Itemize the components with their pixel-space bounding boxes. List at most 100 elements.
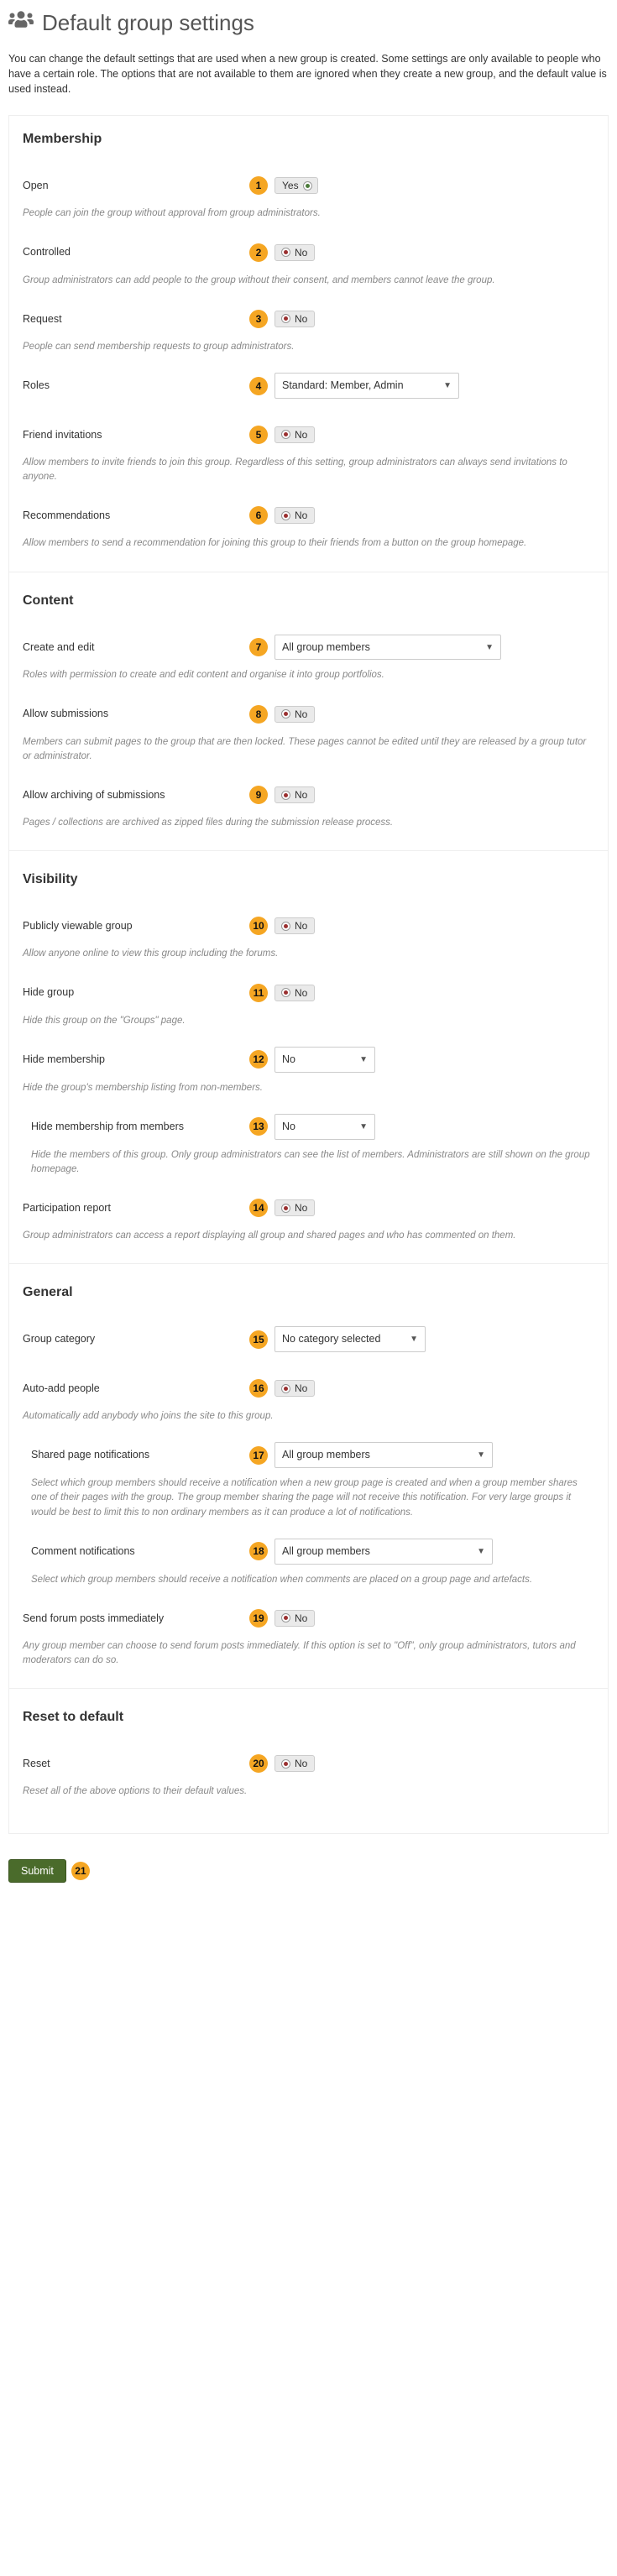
page-intro: You can change the default settings that…	[8, 51, 609, 97]
section-content: Content	[23, 591, 594, 611]
help-reset: Reset all of the above options to their …	[23, 1784, 594, 1799]
field-participation: Participation report 14 No	[23, 1195, 594, 1220]
section-general: General	[23, 1283, 594, 1303]
caret-icon: ▼	[410, 1333, 418, 1345]
marker-1: 1	[249, 176, 268, 195]
radio-icon	[281, 1759, 290, 1769]
label-autoadd: Auto-add people	[23, 1381, 249, 1397]
switch-open[interactable]: Yes	[275, 177, 318, 194]
switch-allowarch[interactable]: No	[275, 786, 315, 803]
marker-5: 5	[249, 426, 268, 444]
select-category-value: No category selected	[282, 1331, 380, 1347]
label-controlled: Controlled	[23, 244, 249, 260]
marker-15: 15	[249, 1330, 268, 1349]
marker-13: 13	[249, 1117, 268, 1136]
field-roles: Roles 4 Standard: Member, Admin ▼	[23, 373, 594, 399]
select-sharednotify-value: All group members	[282, 1447, 370, 1463]
label-sharednotify: Shared page notifications	[23, 1447, 249, 1463]
switch-friendinv-value: No	[295, 430, 307, 440]
label-hidegroup: Hide group	[23, 985, 249, 1001]
label-open: Open	[23, 178, 249, 194]
marker-4: 4	[249, 377, 268, 395]
select-roles[interactable]: Standard: Member, Admin ▼	[275, 373, 459, 399]
switch-sendforum[interactable]: No	[275, 1610, 315, 1627]
field-controlled: Controlled 2 No	[23, 240, 594, 265]
switch-autoadd[interactable]: No	[275, 1380, 315, 1397]
help-public: Allow anyone online to view this group i…	[23, 947, 594, 961]
select-hidememfrom[interactable]: No ▼	[275, 1114, 375, 1140]
switch-hidegroup[interactable]: No	[275, 985, 315, 1001]
switch-allowsub-value: No	[295, 709, 307, 719]
help-hidegroup: Hide this group on the "Groups" page.	[23, 1014, 594, 1028]
submit-button[interactable]: Submit	[8, 1859, 66, 1883]
help-sharednotify: Select which group members should receiv…	[31, 1476, 594, 1520]
radio-icon	[281, 511, 290, 520]
switch-request[interactable]: No	[275, 311, 315, 327]
switch-reset-value: No	[295, 1758, 307, 1769]
help-createedit: Roles with permission to create and edit…	[23, 668, 594, 682]
select-hidemember-value: No	[282, 1052, 295, 1068]
label-commentnotify: Comment notifications	[23, 1544, 249, 1560]
marker-14: 14	[249, 1199, 268, 1217]
marker-21: 21	[71, 1862, 90, 1880]
switch-participation[interactable]: No	[275, 1199, 315, 1216]
caret-icon: ▼	[359, 1053, 368, 1066]
radio-icon	[281, 248, 290, 257]
switch-public-value: No	[295, 921, 307, 931]
select-createedit[interactable]: All group members ▼	[275, 635, 501, 661]
label-recommend: Recommendations	[23, 508, 249, 524]
submit-row: Submit 21	[8, 1859, 609, 1883]
label-allowsub: Allow submissions	[23, 706, 249, 722]
label-participation: Participation report	[23, 1200, 249, 1216]
switch-reset[interactable]: No	[275, 1755, 315, 1772]
section-visibility: Visibility	[23, 870, 594, 890]
select-category[interactable]: No category selected ▼	[275, 1326, 426, 1352]
group-settings-icon	[8, 7, 34, 39]
marker-10: 10	[249, 917, 268, 935]
help-sendforum: Any group member can choose to send foru…	[23, 1639, 594, 1669]
help-request: People can send membership requests to g…	[23, 340, 594, 354]
page-title: Default group settings	[8, 7, 609, 39]
switch-request-value: No	[295, 314, 307, 324]
field-allowsub: Allow submissions 8 No	[23, 702, 594, 727]
radio-icon	[281, 1613, 290, 1622]
radio-icon	[303, 181, 312, 191]
switch-allowsub[interactable]: No	[275, 706, 315, 723]
select-hidemember[interactable]: No ▼	[275, 1047, 375, 1073]
field-hidemember: Hide membership 12 No ▼	[23, 1047, 594, 1073]
field-recommend: Recommendations 6 No	[23, 503, 594, 528]
select-commentnotify-value: All group members	[282, 1544, 370, 1560]
marker-20: 20	[249, 1754, 268, 1773]
help-open: People can join the group without approv…	[23, 206, 594, 221]
marker-17: 17	[249, 1446, 268, 1465]
select-roles-value: Standard: Member, Admin	[282, 378, 404, 394]
field-request: Request 3 No	[23, 306, 594, 332]
switch-public[interactable]: No	[275, 917, 315, 934]
marker-6: 6	[249, 506, 268, 525]
switch-controlled[interactable]: No	[275, 244, 315, 261]
switch-recommend-value: No	[295, 510, 307, 520]
section-reset: Reset to default	[23, 1707, 594, 1727]
help-commentnotify: Select which group members should receiv…	[31, 1573, 594, 1587]
help-allowsub: Members can submit pages to the group th…	[23, 735, 594, 765]
switch-controlled-value: No	[295, 248, 307, 258]
label-hidemember: Hide membership	[23, 1052, 249, 1068]
select-sharednotify[interactable]: All group members ▼	[275, 1442, 493, 1468]
marker-12: 12	[249, 1050, 268, 1069]
label-allowarch: Allow archiving of submissions	[23, 787, 249, 803]
caret-icon: ▼	[443, 379, 452, 392]
field-category: Group category 15 No category selected ▼	[23, 1326, 594, 1352]
switch-friendinv[interactable]: No	[275, 426, 315, 443]
page-title-text: Default group settings	[42, 7, 254, 39]
marker-9: 9	[249, 786, 268, 804]
label-category: Group category	[23, 1331, 249, 1347]
select-commentnotify[interactable]: All group members ▼	[275, 1539, 493, 1565]
select-createedit-value: All group members	[282, 640, 370, 656]
label-roles: Roles	[23, 378, 249, 394]
label-sendforum: Send forum posts immediately	[23, 1611, 249, 1627]
field-hidememfrom: Hide membership from members 13 No ▼	[23, 1114, 594, 1140]
radio-icon	[281, 791, 290, 800]
switch-recommend[interactable]: No	[275, 507, 315, 524]
field-reset: Reset 20 No	[23, 1751, 594, 1776]
marker-18: 18	[249, 1542, 268, 1560]
